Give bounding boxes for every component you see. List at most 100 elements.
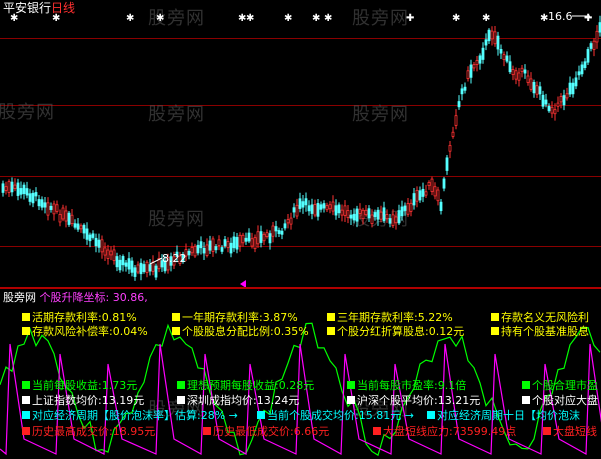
candle xyxy=(343,205,347,216)
candle xyxy=(496,35,500,50)
stock-name: 平安银行 xyxy=(3,1,52,15)
candle xyxy=(334,205,338,216)
candle xyxy=(367,208,371,219)
info-item: 沪深个股平均价:13.21元 xyxy=(347,394,480,407)
info-item: 上证指数均价:13.19元 xyxy=(22,394,144,407)
candle xyxy=(187,250,191,256)
info-text: 大盘短线 xyxy=(553,425,597,438)
candle xyxy=(199,241,203,249)
candle xyxy=(418,190,422,201)
candle xyxy=(589,43,593,49)
candle xyxy=(331,201,335,212)
candle xyxy=(376,209,380,220)
candle xyxy=(574,77,578,87)
info-item: 活期存款利率:0.81% xyxy=(22,311,137,324)
candle xyxy=(304,198,308,206)
candle xyxy=(484,39,488,46)
candle xyxy=(70,214,74,225)
candle xyxy=(100,239,104,253)
info-text: 大盘短线应力:73599.49点 xyxy=(383,425,517,438)
candle xyxy=(259,231,263,243)
candle xyxy=(457,101,461,108)
bullet-square-icon xyxy=(522,381,530,389)
candle xyxy=(544,99,548,105)
bullet-square-icon xyxy=(177,381,185,389)
indicator-header: 股旁网 个股升降坐标: 30.86, xyxy=(3,291,148,304)
marker-icon: ✱ xyxy=(452,13,460,24)
candle xyxy=(1,183,5,193)
candle xyxy=(478,55,482,64)
info-text: 沪深个股平均价:13.21元 xyxy=(357,394,481,407)
info-text: 活期存款利率:0.81% xyxy=(32,311,137,324)
candle xyxy=(301,201,305,208)
info-text: 存款风险补偿率:0.04% xyxy=(32,325,148,338)
candle xyxy=(397,210,401,224)
info-item: 个股股息分配比例:0.35% xyxy=(172,325,309,338)
bullet-square-icon xyxy=(327,313,335,321)
metric-label: 个股升降坐标 xyxy=(39,291,106,304)
candle xyxy=(19,188,23,195)
candle xyxy=(286,219,290,224)
candle xyxy=(586,49,590,63)
candle xyxy=(91,233,95,238)
candle xyxy=(373,212,377,218)
candle xyxy=(25,188,29,196)
candle xyxy=(94,237,98,247)
candle xyxy=(34,192,38,197)
candle xyxy=(277,230,281,234)
info-text: 个股分红折算股息:0.12元 xyxy=(337,325,465,338)
candle xyxy=(307,205,311,212)
indicator-panel[interactable]: 股旁网 股旁网 股旁网 个股升降坐标: 30.86, 活期存款利率:0.81% 一… xyxy=(0,289,601,459)
info-text: 个股合理市盈 xyxy=(532,379,598,392)
candle xyxy=(562,95,566,106)
bullet-square-icon xyxy=(22,381,30,389)
candle xyxy=(106,249,110,259)
candle xyxy=(37,199,41,207)
candle xyxy=(532,81,536,94)
candle xyxy=(13,184,17,189)
candle xyxy=(421,188,425,197)
marker-icon: ✱ xyxy=(324,13,332,24)
candle xyxy=(85,228,89,240)
candle xyxy=(361,209,365,220)
candle xyxy=(541,94,545,107)
bullet-square-icon xyxy=(491,327,499,335)
candle xyxy=(127,258,131,270)
candle xyxy=(154,265,158,278)
candle xyxy=(502,54,506,60)
period-label[interactable]: 日线 xyxy=(51,1,75,15)
candle xyxy=(382,207,386,221)
info-text: 对应经济周期十日【均价泡沫 xyxy=(437,409,580,422)
candle xyxy=(268,233,272,244)
candle xyxy=(319,204,323,210)
candle xyxy=(205,244,209,256)
candlestick-panel[interactable]: 股旁网 股旁网 股旁网 股旁网 股旁网 股旁网 股旁网 ✱✱✱✱✱✱✱✱✱✚✱✱… xyxy=(0,0,601,287)
candlestick-chart: ✱ ✱ ✱ ✱ ✱ ✱ ✱ ✱ ✱ ✚ ✱ ✱ ✱ ✚ xyxy=(1,13,601,287)
candle xyxy=(226,241,230,249)
candle xyxy=(109,250,113,256)
marker-icon: ✚ xyxy=(584,13,592,24)
candle xyxy=(232,236,236,249)
bullet-square-icon xyxy=(427,411,435,419)
info-item: 持有个股基准股息 xyxy=(491,325,589,338)
candle xyxy=(424,191,428,196)
info-text: 个股对应大盘 xyxy=(532,394,598,407)
bullet-square-icon xyxy=(373,427,381,435)
candle xyxy=(403,205,407,211)
candle xyxy=(241,234,245,244)
candle xyxy=(493,31,497,45)
candle xyxy=(313,204,317,216)
candle xyxy=(31,192,35,204)
candle xyxy=(592,40,596,50)
candle xyxy=(547,105,551,112)
bullet-square-icon xyxy=(22,427,30,435)
candle xyxy=(394,216,398,224)
candle xyxy=(526,75,530,83)
indicator-name[interactable]: 股旁网 xyxy=(3,291,36,304)
candle xyxy=(115,256,119,268)
candle xyxy=(145,261,149,273)
candle xyxy=(253,237,257,250)
candle xyxy=(58,213,62,223)
candle xyxy=(511,69,515,75)
marker-icon: ✱ xyxy=(246,13,254,24)
